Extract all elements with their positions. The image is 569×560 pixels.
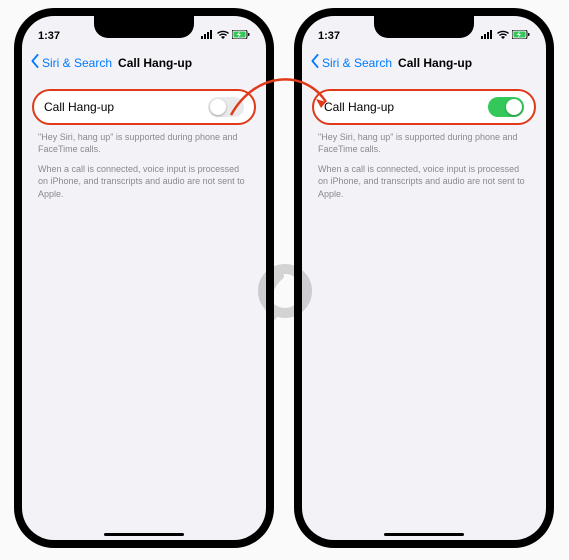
phone-before: 1:37 Siri & Search Call Hang-up Call Han… xyxy=(14,8,274,548)
clock: 1:37 xyxy=(38,30,60,42)
nav-bar: Siri & Search Call Hang-up xyxy=(302,48,546,77)
screen: 1:37 Siri & Search Call Hang-up Call Han… xyxy=(302,16,546,540)
screen: 1:37 Siri & Search Call Hang-up Call Han… xyxy=(22,16,266,540)
status-icons xyxy=(201,30,250,42)
home-indicator xyxy=(384,533,464,536)
signal-icon xyxy=(481,30,494,42)
nav-bar: Siri & Search Call Hang-up xyxy=(22,48,266,77)
footer-p1: "Hey Siri, hang up" is supported during … xyxy=(38,131,250,155)
footer-text: "Hey Siri, hang up" is supported during … xyxy=(32,125,256,200)
back-label: Siri & Search xyxy=(322,56,392,70)
notch xyxy=(94,16,194,38)
signal-icon xyxy=(201,30,214,42)
phone-after: 1:37 Siri & Search Call Hang-up Call Han… xyxy=(294,8,554,548)
call-hangup-toggle[interactable] xyxy=(488,97,524,117)
footer-text: "Hey Siri, hang up" is supported during … xyxy=(312,125,536,200)
footer-p2: When a call is connected, voice input is… xyxy=(38,163,250,199)
page-title: Call Hang-up xyxy=(118,56,192,70)
back-button[interactable]: Siri & Search xyxy=(310,54,392,71)
call-hangup-toggle[interactable] xyxy=(208,97,244,117)
battery-icon xyxy=(232,30,250,42)
clock: 1:37 xyxy=(318,30,340,42)
wifi-icon xyxy=(217,30,229,42)
content: Call Hang-up "Hey Siri, hang up" is supp… xyxy=(22,77,266,540)
notch xyxy=(374,16,474,38)
status-icons xyxy=(481,30,530,42)
wifi-icon xyxy=(497,30,509,42)
chevron-left-icon xyxy=(310,54,320,71)
row-label: Call Hang-up xyxy=(324,100,394,114)
footer-p1: "Hey Siri, hang up" is supported during … xyxy=(318,131,530,155)
home-indicator xyxy=(104,533,184,536)
back-label: Siri & Search xyxy=(42,56,112,70)
footer-p2: When a call is connected, voice input is… xyxy=(318,163,530,199)
back-button[interactable]: Siri & Search xyxy=(30,54,112,71)
call-hangup-row: Call Hang-up xyxy=(32,89,256,125)
call-hangup-row: Call Hang-up xyxy=(312,89,536,125)
page-title: Call Hang-up xyxy=(398,56,472,70)
row-label: Call Hang-up xyxy=(44,100,114,114)
battery-icon xyxy=(512,30,530,42)
chevron-left-icon xyxy=(30,54,40,71)
content: Call Hang-up "Hey Siri, hang up" is supp… xyxy=(302,77,546,540)
